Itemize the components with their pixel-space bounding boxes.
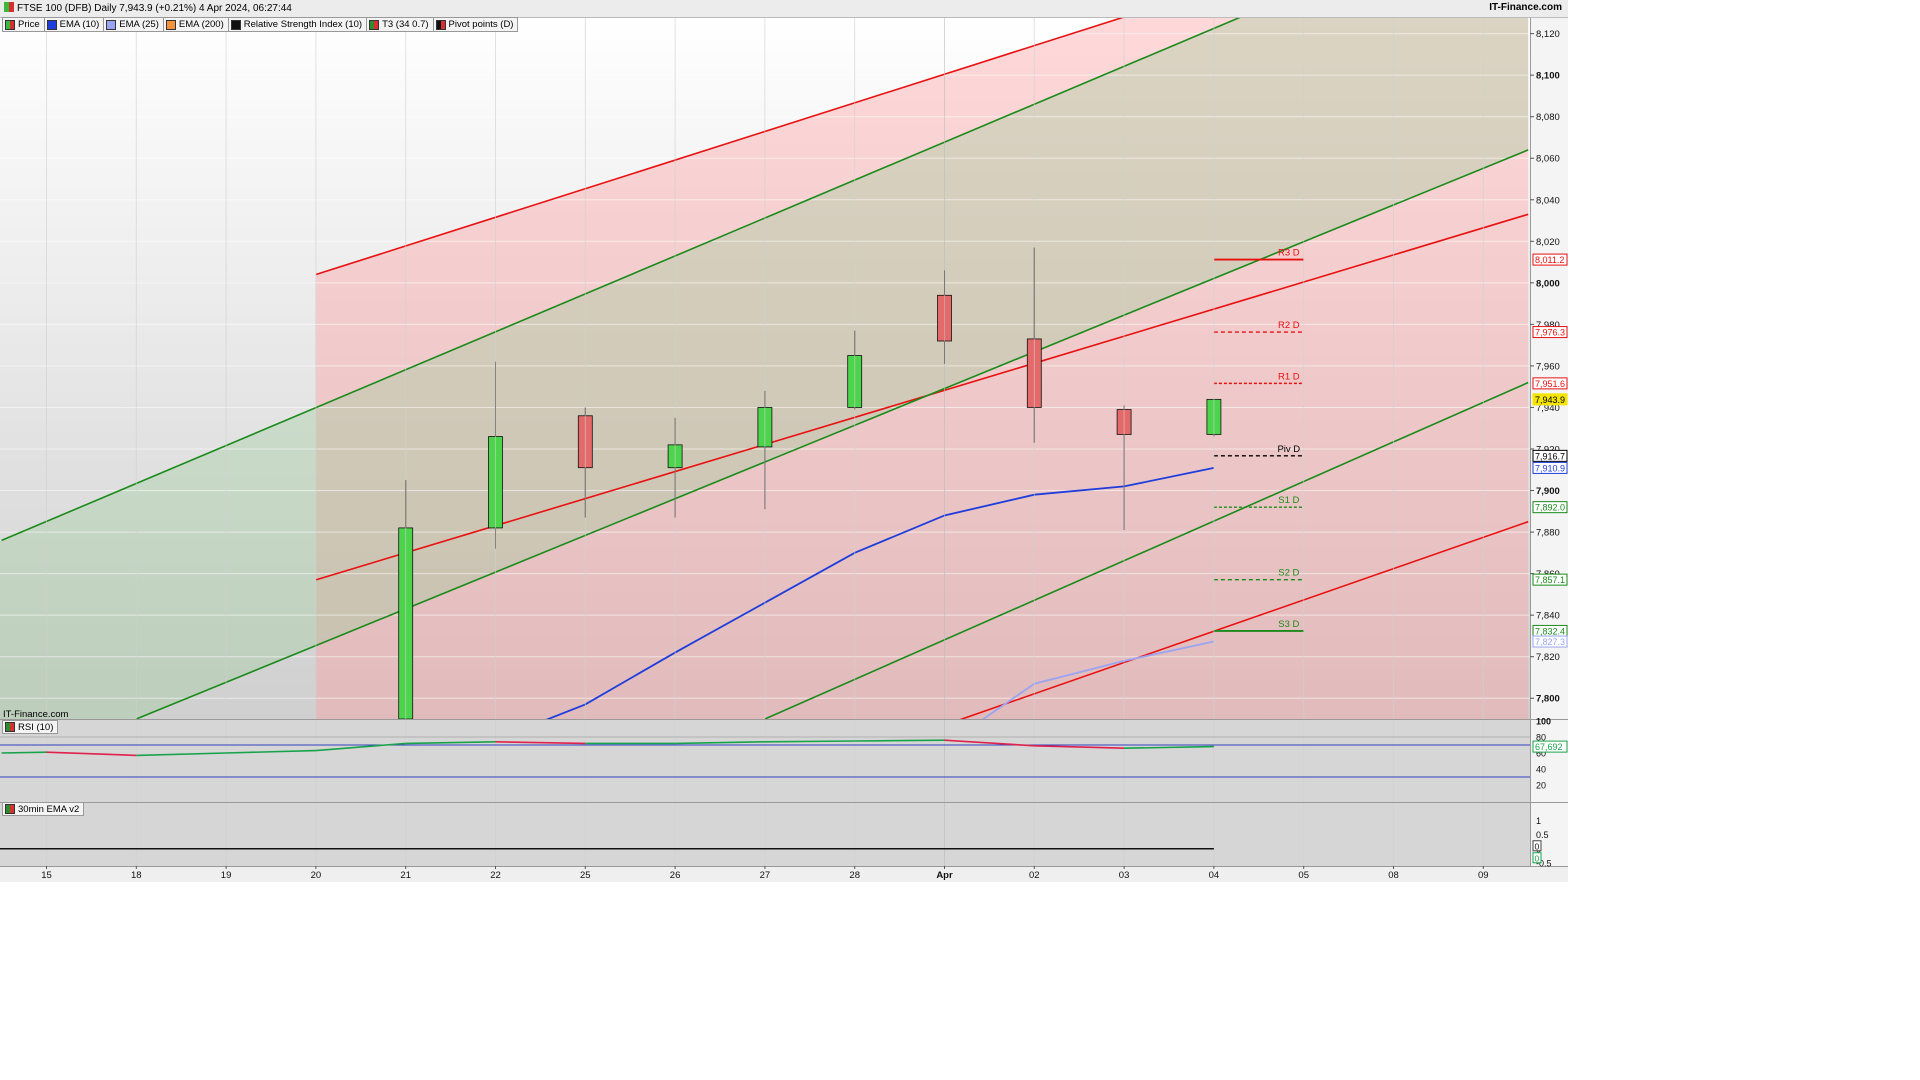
legend-label: EMA (10) [59, 19, 100, 30]
x-tick-label: 15 [41, 870, 52, 881]
legend-item-t3[interactable]: T3 (34 0.7) [367, 18, 434, 31]
rsi-panel-title: RSI (10) [18, 721, 54, 733]
y-tick-label: 7,800 [1536, 694, 1560, 705]
pivot-label-s1-d: S1 D [1278, 495, 1299, 506]
y-tick-label: 7,840 [1536, 611, 1560, 622]
x-tick-label: Apr [936, 870, 953, 881]
rsi-tick-label: 20 [1536, 781, 1546, 791]
y-tick-label: 8,000 [1536, 278, 1560, 289]
watermark: IT-Finance.com [3, 709, 69, 720]
rsi-tick-label: 40 [1536, 765, 1546, 775]
y-tick-label: 7,820 [1536, 652, 1560, 663]
ema-zero-tag-label: 0 [1535, 841, 1540, 851]
rsi-swatch-icon [230, 19, 241, 30]
price-tag-label: 7,832.4 [1535, 626, 1565, 636]
x-tick-label: 22 [490, 870, 501, 881]
y-tick-label: 8,040 [1536, 195, 1560, 206]
price-candle-icon [5, 19, 15, 30]
x-tick-label: 08 [1388, 870, 1399, 881]
pivot-label-s2-d: S2 D [1278, 568, 1299, 579]
y-tick-label: 8,120 [1536, 29, 1560, 40]
y-tick-label: 8,020 [1536, 237, 1560, 248]
x-tick-label: 09 [1478, 870, 1489, 881]
indicator-legend: Price EMA (10) EMA (25) EMA (200) Relati… [2, 17, 519, 32]
rsi-tick-label: 100 [1536, 717, 1551, 727]
pivot-label-r3-d: R3 D [1278, 248, 1300, 259]
x-tick-label: 19 [221, 870, 232, 881]
price-tag-label: 7,857.1 [1535, 575, 1565, 585]
price-tag-label: 7,976.3 [1535, 328, 1565, 338]
ema-panel-icon [5, 804, 15, 814]
chart-title-text: FTSE 100 (DFB) Daily 7,943.9 (+0.21%) 4 … [17, 3, 292, 14]
x-tick-label: 28 [849, 870, 860, 881]
price-tag-label: 7,943.9 [1535, 395, 1565, 405]
ema-panel-tick-label: 1 [1536, 816, 1541, 826]
price-tag-label: 8,011.2 [1535, 255, 1564, 265]
x-tick-label: 03 [1119, 870, 1130, 881]
x-tick-label: 20 [311, 870, 322, 881]
price-tag-label: 7,892.0 [1535, 503, 1565, 513]
x-tick-label: 21 [400, 870, 411, 881]
x-tick-label: 05 [1298, 870, 1309, 881]
legend-item-ema25[interactable]: EMA (25) [104, 18, 164, 31]
pivot-label-r1-d: R1 D [1278, 371, 1300, 382]
y-tick-label: 7,960 [1536, 361, 1560, 372]
rsi-segment [764, 740, 855, 743]
price-tag-label: 7,910.9 [1535, 463, 1565, 473]
ema-panel-label[interactable]: 30min EMA v2 [2, 802, 85, 816]
price-tag-label: 7,916.7 [1535, 451, 1565, 461]
chart-svg[interactable]: R3 D R2 D R1 D Piv D S1 D S2 D S3 D 7,800 7,820 7… [0, 0, 1568, 882]
legend-label: EMA (25) [119, 19, 159, 30]
x-tick-label: 02 [1029, 870, 1040, 881]
rsi-panel-label[interactable]: RSI (10) [2, 720, 59, 734]
y-tick-label: 7,880 [1536, 528, 1560, 539]
price-tag-label: 7,827.3 [1535, 637, 1565, 647]
rsi-segment [854, 739, 945, 742]
legend-label: EMA (200) [178, 19, 224, 30]
rsi-segment [1, 751, 47, 754]
legend-item-price[interactable]: Price [3, 18, 45, 31]
legend-item-pivots[interactable]: Pivot points (D) [434, 18, 518, 31]
y-tick-label: 8,060 [1536, 154, 1560, 165]
x-tick-label: 04 [1209, 870, 1220, 881]
chart-title: FTSE 100 (DFB) Daily 7,943.9 (+0.21%) 4 … [4, 2, 292, 14]
price-tag-label: 7,951.6 [1535, 379, 1565, 389]
pivot-label-piv-d: Piv D [1277, 444, 1300, 455]
pivot-label-s3-d: S3 D [1278, 619, 1299, 630]
ema-panel-title: 30min EMA v2 [18, 803, 80, 815]
legend-item-ema200[interactable]: EMA (200) [164, 18, 229, 31]
y-tick-label: 7,900 [1536, 486, 1560, 497]
ema10-swatch-icon [46, 19, 57, 30]
brand-label[interactable]: IT-Finance.com [1489, 2, 1562, 13]
legend-label: Pivot points (D) [448, 19, 514, 30]
legend-label: Relative Strength Index (10) [243, 19, 363, 30]
ema25-swatch-icon [106, 19, 117, 30]
legend-label: Price [18, 19, 40, 30]
rsi-value-tag-label: 67,692 [1535, 742, 1563, 752]
x-tick-label: 26 [670, 870, 681, 881]
ema-zero-tag-label: 0 [1535, 853, 1540, 863]
y-tick-label: 8,080 [1536, 112, 1560, 123]
x-tick-label: 25 [580, 870, 591, 881]
legend-item-rsi[interactable]: Relative Strength Index (10) [229, 18, 368, 31]
pivot-label-r2-d: R2 D [1278, 320, 1300, 331]
header-bar: FTSE 100 (DFB) Daily 7,943.9 (+0.21%) 4 … [0, 0, 1568, 18]
rsi-panel-icon [5, 722, 15, 732]
y-tick-label: 8,100 [1536, 71, 1560, 82]
legend-item-ema10[interactable]: EMA (10) [45, 18, 105, 31]
ema-panel-tick-label: 0.5 [1536, 830, 1549, 840]
t3-swatch-icon [369, 19, 380, 30]
pivot-swatch-icon [435, 19, 446, 30]
x-tick-label: 27 [760, 870, 771, 881]
x-tick-label: 18 [131, 870, 142, 881]
legend-label: T3 (34 0.7) [382, 19, 429, 30]
x-axis-bg [0, 866, 1568, 882]
instrument-icon [4, 2, 14, 12]
chart-root: R3 D R2 D R1 D Piv D S1 D S2 D S3 D 7,800 7,820 7… [0, 0, 1568, 882]
ema200-swatch-icon [165, 19, 176, 30]
